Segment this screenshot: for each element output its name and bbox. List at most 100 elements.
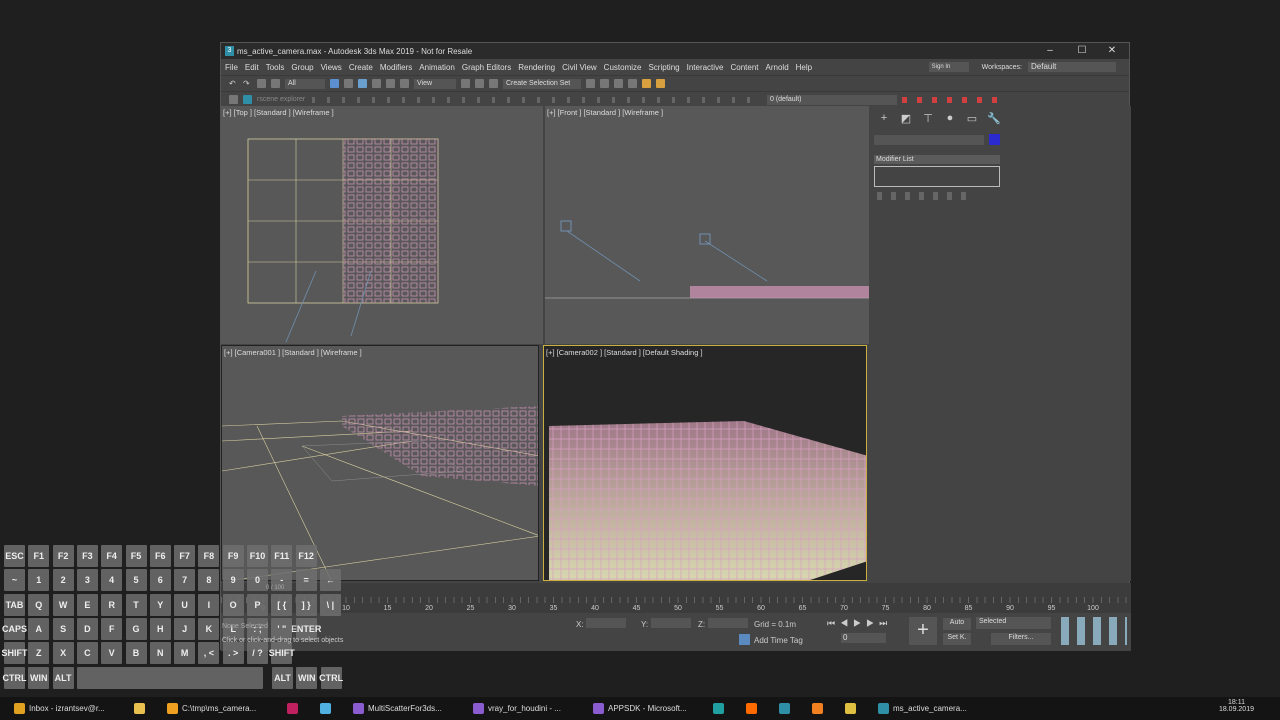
key-F9[interactable]: F9: [222, 545, 244, 567]
menu-help[interactable]: Help: [796, 63, 812, 72]
playback-controls[interactable]: ⏮◀▶▶⏭: [827, 618, 892, 629]
current-frame-field[interactable]: 0: [841, 633, 886, 643]
set-key-big-button[interactable]: +: [909, 617, 937, 645]
key-F6[interactable]: F6: [149, 545, 171, 567]
key-ALT[interactable]: ALT: [272, 666, 293, 689]
viewport-label[interactable]: [+] [Camera001 ] [Standard ] [Wireframe …: [224, 348, 362, 357]
key-U[interactable]: U: [174, 593, 196, 616]
key-space[interactable]: [76, 666, 263, 689]
key-←[interactable]: ←: [319, 569, 341, 592]
key-A[interactable]: A: [28, 617, 50, 640]
key-F[interactable]: F: [101, 617, 123, 640]
tab-hierarchy-icon[interactable]: ⊤: [919, 112, 937, 125]
rect-selection-icon[interactable]: [358, 79, 367, 88]
key-8[interactable]: 8: [198, 569, 220, 592]
taskbar-item[interactable]: vray_for_houdini - ...: [467, 697, 587, 720]
taskbar-item[interactable]: [707, 697, 740, 720]
modifier-stack[interactable]: [874, 166, 1000, 187]
key-H[interactable]: H: [149, 617, 171, 640]
key-F11[interactable]: F11: [271, 545, 293, 567]
key-F1[interactable]: F1: [28, 545, 50, 567]
menu-create[interactable]: Create: [349, 63, 373, 72]
tab-create-icon[interactable]: +: [875, 112, 893, 125]
scale-icon[interactable]: [400, 79, 409, 88]
object-color-swatch[interactable]: [989, 134, 1000, 145]
layer-tools[interactable]: [902, 96, 1002, 103]
align-icon[interactable]: [600, 79, 609, 88]
timeline[interactable]: 0510152025303540455055606570758085909510…: [221, 583, 1131, 613]
selection-filter-select[interactable]: All: [285, 78, 325, 89]
mirror-icon[interactable]: [586, 79, 595, 88]
taskbar-item[interactable]: [281, 697, 314, 720]
layer-select[interactable]: 0 (default): [767, 94, 897, 105]
key-~[interactable]: ~: [4, 569, 25, 592]
menu-edit[interactable]: Edit: [245, 63, 259, 72]
rotate-icon[interactable]: [386, 79, 395, 88]
key-F2[interactable]: F2: [52, 545, 74, 567]
key-0[interactable]: 0: [247, 569, 268, 592]
menu-group[interactable]: Group: [291, 63, 313, 72]
max-icon[interactable]: [243, 95, 252, 104]
percent-snap-icon[interactable]: [489, 79, 498, 88]
menu-content[interactable]: Content: [731, 63, 759, 72]
scene-explorer-icon[interactable]: [229, 95, 238, 104]
stack-tools[interactable]: [877, 192, 967, 200]
y-field[interactable]: [651, 618, 691, 628]
modifier-list-select[interactable]: Modifier List: [874, 155, 1000, 164]
key-O[interactable]: O: [222, 593, 244, 616]
redo-icon[interactable]: ↷: [243, 79, 252, 88]
sign-in-button[interactable]: Sign In: [928, 62, 969, 72]
menu-civil-view[interactable]: Civil View: [562, 63, 597, 72]
filters-button[interactable]: Filters...: [991, 633, 1051, 645]
menu-views[interactable]: Views: [321, 63, 342, 72]
viewport-label[interactable]: [+] [Front ] [Standard ] [Wireframe ]: [547, 108, 663, 117]
taskbar-item[interactable]: [740, 697, 773, 720]
key-N[interactable]: N: [149, 642, 171, 665]
key-WIN[interactable]: WIN: [28, 666, 50, 689]
key-I[interactable]: I: [198, 593, 220, 616]
key-D[interactable]: D: [76, 617, 98, 640]
layer-icon[interactable]: [614, 79, 623, 88]
tab-motion-icon[interactable]: ●: [941, 112, 959, 125]
add-time-tag-button[interactable]: Add Time Tag: [754, 636, 803, 645]
taskbar-item[interactable]: [839, 697, 872, 720]
key-C[interactable]: C: [76, 642, 98, 665]
key-K[interactable]: K: [198, 617, 220, 640]
menu-interactive[interactable]: Interactive: [687, 63, 724, 72]
workspace-select[interactable]: Default: [1028, 62, 1116, 72]
key-S[interactable]: S: [52, 617, 74, 640]
maximize-button[interactable]: ☐: [1067, 43, 1097, 59]
key-=[interactable]: =: [295, 569, 317, 592]
taskbar-item[interactable]: C:\tmp\ms_camera...: [161, 697, 281, 720]
key-9[interactable]: 9: [222, 569, 244, 592]
viewport-top[interactable]: [+] [Top ] [Standard ] [Wireframe ]: [221, 106, 543, 344]
taskbar-item[interactable]: [128, 697, 161, 720]
menu-animation[interactable]: Animation: [419, 63, 455, 72]
unlink-icon[interactable]: [271, 79, 280, 88]
key-\ |[interactable]: \ |: [319, 593, 341, 616]
key-J[interactable]: J: [174, 617, 196, 640]
key-X[interactable]: X: [52, 642, 74, 665]
menu-file[interactable]: File: [225, 63, 238, 72]
taskbar-item[interactable]: [806, 697, 839, 720]
menu-tools[interactable]: Tools: [266, 63, 285, 72]
time-tag-icon[interactable]: [739, 634, 750, 645]
key-6[interactable]: 6: [149, 569, 171, 592]
key-ESC[interactable]: ESC: [4, 545, 25, 567]
minimize-button[interactable]: –: [1035, 43, 1065, 59]
viewport-nav-icons[interactable]: [1061, 617, 1127, 645]
key-V[interactable]: V: [101, 642, 123, 665]
menu-modifiers[interactable]: Modifiers: [380, 63, 412, 72]
curve-editor-icon[interactable]: [628, 79, 637, 88]
viewport-camera002[interactable]: [+] [Camera002 ] [Standard ] [Default Sh…: [543, 345, 867, 581]
render-icon[interactable]: [656, 79, 665, 88]
clock-date[interactable]: 18.09.2019: [1219, 706, 1254, 713]
key-ALT[interactable]: ALT: [52, 666, 74, 689]
taskbar-item[interactable]: ms_active_camera...: [872, 697, 992, 720]
snap-icon[interactable]: [461, 79, 470, 88]
tab-modify-icon[interactable]: ◩: [897, 112, 915, 125]
close-button[interactable]: ✕: [1097, 43, 1127, 59]
key-filter-select[interactable]: Selected: [976, 617, 1051, 629]
ribbon-tools[interactable]: [312, 96, 762, 103]
key-3[interactable]: 3: [76, 569, 98, 592]
